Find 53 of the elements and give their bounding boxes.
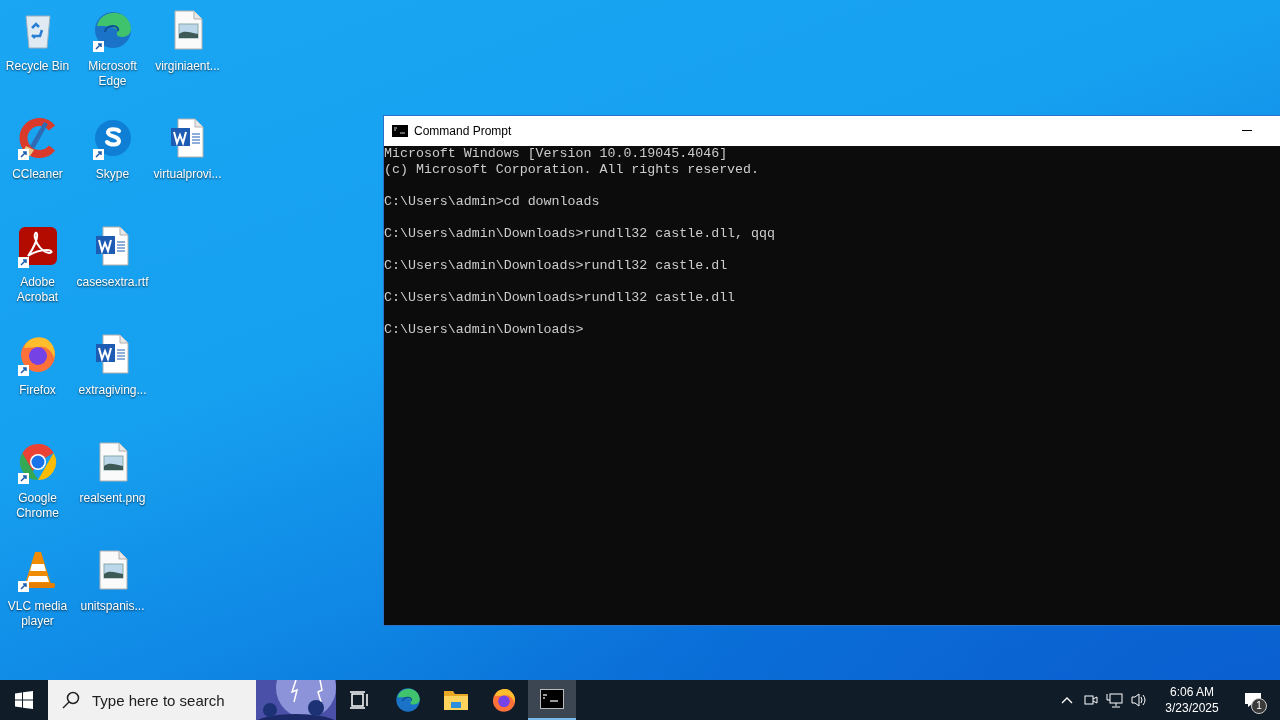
desktop-icon-label[interactable]: casesextra.rtf [76,275,149,290]
network-icon[interactable] [1106,692,1124,708]
taskbar-app-button[interactable] [528,680,576,720]
desktop-icon-label[interactable]: Adobe Acrobat [0,275,75,305]
skype-icon [92,118,133,158]
firefox-icon [491,687,517,713]
shortcut-arrow-icon [92,149,104,160]
ccleaner-icon [17,118,58,158]
console-line: C:\Users\admin\Downloads> [384,322,584,338]
chrome-icon [17,442,58,482]
command-prompt-icon [392,125,408,137]
camera-icon[interactable] [1083,692,1099,708]
chevron-up-icon[interactable] [1061,696,1073,704]
desktop-icon-label[interactable]: Microsoft Edge [75,59,150,89]
desktop-icon-label[interactable]: virtualprovi... [153,167,222,182]
notifications-button[interactable]: 1 [1233,680,1273,720]
desktop-icon-label[interactable]: VLC media player [0,599,75,629]
desktop-icon-label[interactable]: Google Chrome [0,491,75,521]
desktop-icon-label[interactable]: Skype [95,167,130,182]
shortcut-arrow-icon [92,41,104,52]
windows-logo-icon [15,691,33,709]
console-line: C:\Users\admin\Downloads>rundll32 castle.dl [384,258,728,274]
command-prompt-icon [540,689,564,709]
shortcut-arrow-icon [17,365,29,376]
shortcut-arrow-icon [17,257,29,268]
console-line: C:\Users\admin>cd downloads [384,194,600,210]
desktop-icon-label[interactable]: extragiving... [78,383,147,398]
shortcut-arrow-icon [17,149,29,160]
folder-icon [443,688,469,712]
desktop-icon-label[interactable]: Firefox [19,383,56,398]
task-view-icon [350,690,370,710]
desktop-icon-label[interactable]: virginiaent... [155,59,220,74]
clock-time[interactable]: 6:06 AM [1170,684,1214,700]
minimize-icon [1242,130,1252,132]
shortcut-arrow-icon [17,581,29,592]
acrobat-icon [17,226,58,266]
search-box[interactable]: Type here to search [48,680,336,720]
volume-icon[interactable] [1130,692,1148,708]
search-field[interactable]: Type here to search [92,691,256,709]
console-line: C:\Users\admin\Downloads>rundll32 castle.dll, qqq [384,226,775,242]
shortcut-arrow-icon [17,473,29,484]
search-icon [62,691,80,709]
console-line: (c) Microsoft Corporation. All rights reserved. [384,162,760,178]
console-line: Microsoft Windows [Version 10.0.19045.4046] [384,146,728,162]
clock-date[interactable]: 3/23/2025 [1165,700,1219,716]
desktop-icon-label[interactable]: Recycle Bin [5,59,70,74]
edge-icon [92,10,133,50]
desktop-icon-label[interactable]: realsent.png [79,491,146,506]
window-title: Command Prompt [414,124,513,138]
console-line: C:\Users\admin\Downloads>rundll32 castle.dll [384,290,736,306]
desktop-icon-label[interactable]: CCleaner [12,167,63,182]
edge-icon [395,687,421,713]
desktop-icon-label[interactable]: unitspanis... [80,599,145,614]
